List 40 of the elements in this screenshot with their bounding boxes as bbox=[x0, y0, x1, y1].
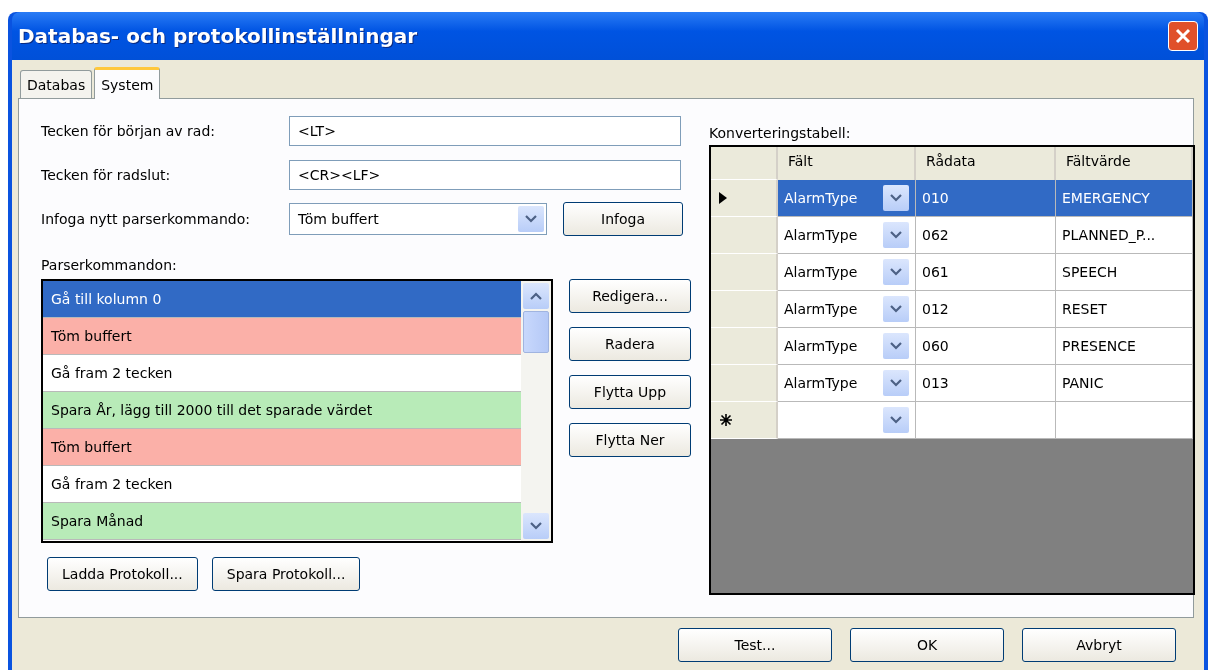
dialog-button[interactable]: Test... bbox=[678, 628, 832, 662]
list-action-button[interactable]: Flytta Upp bbox=[569, 375, 691, 409]
scroll-down-button[interactable] bbox=[523, 513, 549, 539]
dialog-button[interactable]: OK bbox=[850, 628, 1004, 662]
field-label: Tecken för början av rad: bbox=[41, 123, 216, 139]
field-dropdown-cell[interactable] bbox=[778, 402, 916, 439]
close-icon bbox=[1174, 27, 1192, 45]
close-button[interactable] bbox=[1168, 21, 1198, 51]
command-list-item[interactable]: Spara Månad bbox=[43, 503, 521, 540]
row-header[interactable] bbox=[711, 402, 778, 439]
scrollbar-thumb[interactable] bbox=[523, 311, 549, 353]
current-row-icon bbox=[719, 192, 727, 204]
caret-down-icon bbox=[530, 522, 542, 530]
insert-button[interactable]: Infoga bbox=[563, 202, 683, 236]
tab[interactable]: System bbox=[94, 67, 161, 99]
dialog-button[interactable]: Avbryt bbox=[1022, 628, 1176, 662]
command-dropdown[interactable]: Töm buffert bbox=[289, 203, 547, 235]
command-list-item[interactable]: Gå till kolumn 0 bbox=[43, 281, 521, 318]
list-label: Parserkommandon: bbox=[41, 257, 178, 273]
command-list-item[interactable]: Töm buffert bbox=[43, 429, 521, 466]
window-title: Databas- och protokollinställningar bbox=[18, 24, 418, 48]
protocol-button[interactable]: Ladda Protokoll... bbox=[47, 557, 198, 591]
tab[interactable]: Databas bbox=[20, 70, 93, 98]
command-list-item[interactable]: Töm buffert bbox=[43, 318, 521, 355]
input-field[interactable]: <LT> bbox=[289, 116, 681, 146]
list-action-button[interactable]: Flytta Ner bbox=[569, 423, 691, 457]
list-action-button[interactable]: Redigera... bbox=[569, 279, 691, 313]
asterisk-icon bbox=[719, 413, 733, 427]
field-label: Tecken för radslut: bbox=[41, 167, 172, 183]
caret-up-icon bbox=[530, 292, 542, 300]
scroll-up-button[interactable] bbox=[523, 283, 549, 309]
protocol-button[interactable]: Spara Protokoll... bbox=[211, 557, 361, 591]
table-cell: EMERGENCY bbox=[1056, 180, 1193, 217]
field-label: Infoga nytt parserkommando: bbox=[41, 211, 251, 227]
table-cell: 010 bbox=[916, 180, 1056, 217]
table-label: Konverteringstabell: bbox=[709, 125, 852, 141]
command-list-item[interactable]: Spara År, lägg till 2000 till det sparade värdet bbox=[43, 392, 521, 429]
field-dropdown-cell[interactable]: AlarmType bbox=[778, 180, 916, 217]
input-field[interactable]: <CR><LF> bbox=[289, 160, 681, 190]
list-action-button[interactable]: Radera bbox=[569, 327, 691, 361]
